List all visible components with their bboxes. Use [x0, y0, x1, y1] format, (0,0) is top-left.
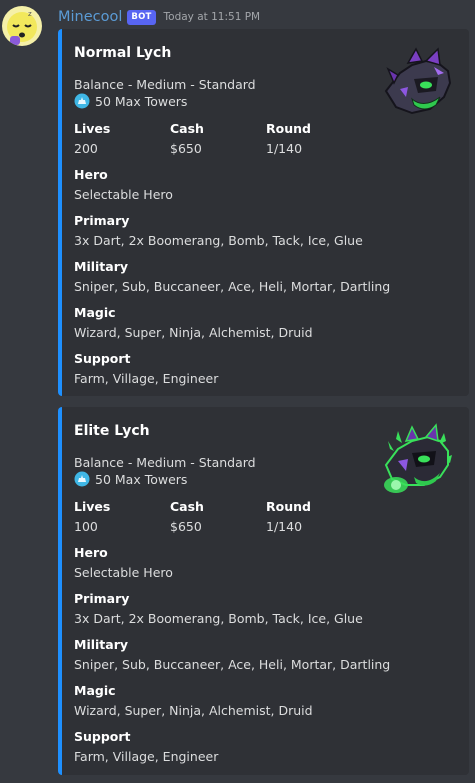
field-round: Round 1/140	[266, 121, 311, 157]
field-name: Round	[266, 499, 311, 514]
field-magic: Magic Wizard, Super, Ninja, Alchemist, D…	[74, 305, 313, 341]
field-magic: Magic Wizard, Super, Ninja, Alchemist, D…	[74, 683, 313, 719]
username[interactable]: Minecool	[58, 9, 122, 25]
field-military: Military Sniper, Sub, Buccaneer, Ace, He…	[74, 259, 390, 295]
field-hero: Hero Selectable Hero	[74, 167, 173, 203]
field-value: $650	[170, 141, 202, 156]
field-value: 1/140	[266, 519, 303, 534]
message-header: Minecool BOT Today at 11:51 PM	[58, 6, 260, 28]
field-name: Primary	[74, 591, 130, 606]
tower-cap: 50 Max Towers	[74, 93, 187, 109]
bot-badge: BOT	[127, 9, 156, 25]
field-name: Round	[266, 121, 311, 136]
field-name: Lives	[74, 121, 111, 136]
tower-cap-icon	[74, 93, 90, 109]
field-name: Military	[74, 637, 129, 652]
embed-normal-lych: Normal Lych Balance - Medium - Standard …	[58, 29, 469, 396]
chat-message: z Minecool BOT Today at 11:51 PM Normal …	[0, 0, 475, 783]
field-name: Magic	[74, 683, 116, 698]
field-value: 3x Dart, 2x Boomerang, Bomb, Tack, Ice, …	[74, 611, 363, 626]
field-name: Hero	[74, 167, 108, 182]
field-hero: Hero Selectable Hero	[74, 545, 173, 581]
field-value: Sniper, Sub, Buccaneer, Ace, Heli, Morta…	[74, 279, 391, 294]
elite-lych-boss-icon[interactable]	[378, 421, 458, 501]
field-value: Selectable Hero	[74, 187, 173, 202]
field-support: Support Farm, Village, Engineer	[74, 351, 218, 387]
svg-text:z: z	[28, 10, 32, 18]
field-name: Cash	[170, 121, 204, 136]
field-primary: Primary 3x Dart, 2x Boomerang, Bomb, Tac…	[74, 213, 363, 249]
field-value: 3x Dart, 2x Boomerang, Bomb, Tack, Ice, …	[74, 233, 363, 248]
field-lives: Lives 100	[74, 499, 110, 535]
avatar[interactable]: z	[2, 6, 42, 46]
sleepy-face-icon: z	[2, 6, 42, 46]
timestamp[interactable]: Today at 11:51 PM	[164, 11, 261, 23]
field-support: Support Farm, Village, Engineer	[74, 729, 218, 765]
embed-description: Balance - Medium - Standard	[74, 77, 256, 92]
field-value: Farm, Village, Engineer	[74, 371, 219, 386]
embed-title: Elite Lych	[74, 423, 150, 439]
tower-cap-text: 50 Max Towers	[95, 471, 188, 487]
field-value: Sniper, Sub, Buccaneer, Ace, Heli, Morta…	[74, 657, 391, 672]
field-value: Wizard, Super, Ninja, Alchemist, Druid	[74, 703, 313, 718]
lych-boss-icon[interactable]	[378, 43, 458, 123]
field-value: Wizard, Super, Ninja, Alchemist, Druid	[74, 325, 313, 340]
embed-title: Normal Lych	[74, 45, 172, 61]
field-value: Selectable Hero	[74, 565, 173, 580]
field-name: Hero	[74, 545, 108, 560]
field-value: 100	[74, 519, 98, 534]
tower-cap: 50 Max Towers	[74, 471, 187, 487]
field-cash: Cash $650	[170, 121, 204, 157]
field-military: Military Sniper, Sub, Buccaneer, Ace, He…	[74, 637, 390, 673]
embed-description: Balance - Medium - Standard	[74, 455, 256, 470]
field-name: Support	[74, 729, 131, 744]
field-lives: Lives 200	[74, 121, 110, 157]
field-round: Round 1/140	[266, 499, 311, 535]
field-value: 200	[74, 141, 98, 156]
embed-elite-lych: Elite Lych Balance - Medium - Standard 5…	[58, 407, 469, 775]
field-name: Cash	[170, 499, 204, 514]
field-value: $650	[170, 519, 202, 534]
tower-cap-text: 50 Max Towers	[95, 93, 188, 109]
field-value: Farm, Village, Engineer	[74, 749, 219, 764]
field-name: Magic	[74, 305, 116, 320]
field-name: Lives	[74, 499, 111, 514]
field-name: Primary	[74, 213, 130, 228]
field-primary: Primary 3x Dart, 2x Boomerang, Bomb, Tac…	[74, 591, 363, 627]
tower-cap-icon	[74, 471, 90, 487]
field-value: 1/140	[266, 141, 303, 156]
field-name: Support	[74, 351, 131, 366]
field-name: Military	[74, 259, 129, 274]
field-cash: Cash $650	[170, 499, 204, 535]
